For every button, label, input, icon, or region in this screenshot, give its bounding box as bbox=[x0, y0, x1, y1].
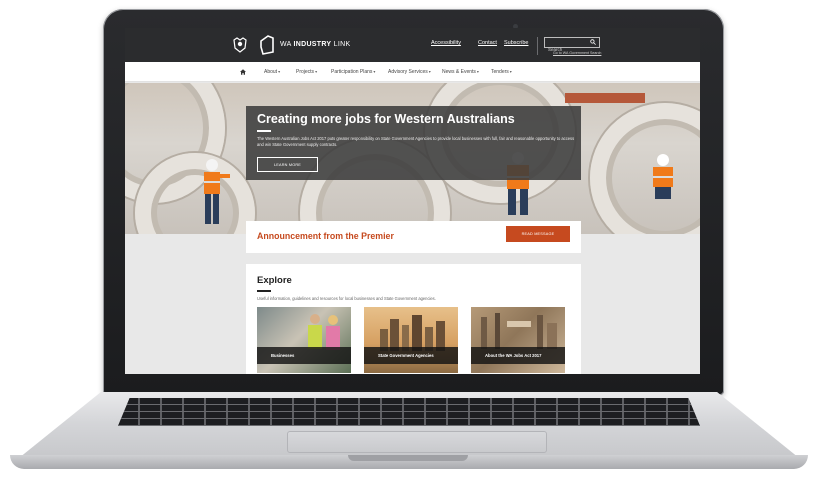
chevron-down-icon: ▾ bbox=[373, 69, 376, 74]
nav-item-advisory-services[interactable]: Advisory Services▾ bbox=[388, 69, 431, 75]
search-icon[interactable] bbox=[590, 39, 596, 45]
nav-item-tenders[interactable]: Tenders▾ bbox=[491, 69, 512, 75]
laptop-screen: WA INDUSTRY LINK Accessibility Contact S… bbox=[125, 28, 700, 374]
site-header: WA INDUSTRY LINK Accessibility Contact S… bbox=[125, 28, 700, 62]
brand-suffix: LINK bbox=[333, 41, 351, 48]
chevron-down-icon: ▾ bbox=[509, 69, 512, 74]
nav-label: Projects bbox=[296, 69, 315, 75]
explore-card-about-wa-jobs-act[interactable]: About the WA Jobs Act 2017 bbox=[471, 307, 565, 373]
hero-title: Creating more jobs for Western Australia… bbox=[257, 112, 515, 126]
main-nav: About▾ Projects▾ Participation Plans▾ Ad… bbox=[125, 62, 700, 82]
nav-item-about[interactable]: About▾ bbox=[264, 69, 280, 75]
wa-government-search-link[interactable]: Go to WA Government Search bbox=[553, 51, 601, 55]
nav-label: About bbox=[264, 69, 278, 75]
brand-prefix: WA bbox=[280, 41, 292, 48]
announcement-card: Announcement from the Premier READ MESSA… bbox=[246, 221, 581, 253]
card-label: State Government Agencies bbox=[364, 347, 458, 364]
subscribe-link[interactable]: Subscribe bbox=[504, 40, 528, 46]
brand-wordmark[interactable]: WA INDUSTRY LINK bbox=[280, 41, 350, 48]
nav-label: Tenders bbox=[491, 69, 509, 75]
laptop-keyboard bbox=[118, 398, 700, 426]
explore-description: Useful information, guidelines and resou… bbox=[257, 296, 436, 301]
brand-bold: INDUSTRY bbox=[293, 41, 332, 48]
chevron-down-icon: ▾ bbox=[428, 69, 431, 74]
nav-item-news-events[interactable]: News & Events▾ bbox=[442, 69, 479, 75]
hero-image-worker bbox=[204, 159, 230, 224]
card-image-people bbox=[308, 314, 340, 350]
chevron-down-icon: ▾ bbox=[476, 69, 479, 74]
card-label: Businesses bbox=[257, 347, 351, 364]
card-label-text: Businesses bbox=[271, 353, 295, 358]
card-image-industrial-plant bbox=[481, 313, 557, 349]
hero-image-worker bbox=[653, 154, 673, 199]
search-box bbox=[544, 37, 600, 54]
read-message-button[interactable]: READ MESSAGE bbox=[506, 226, 570, 242]
chevron-down-icon: ▾ bbox=[278, 69, 281, 74]
chevron-down-icon: ▾ bbox=[315, 69, 318, 74]
hero-text: The Western Australian Jobs Act 2017 put… bbox=[257, 136, 575, 147]
wa-government-crest-icon bbox=[233, 37, 247, 53]
wa-industry-link-logo-icon[interactable] bbox=[259, 35, 275, 55]
hero-banner: Creating more jobs for Western Australia… bbox=[125, 83, 700, 234]
nav-label: News & Events bbox=[442, 69, 476, 75]
nav-label: Participation Plans bbox=[331, 69, 373, 75]
hero-overlay: Creating more jobs for Western Australia… bbox=[246, 106, 581, 180]
explore-card-state-government-agencies[interactable]: State Government Agencies bbox=[364, 307, 458, 373]
accessibility-link[interactable]: Accessibility bbox=[431, 40, 461, 46]
hero-image-steel-beam bbox=[565, 93, 645, 103]
card-label-text: State Government Agencies bbox=[378, 353, 434, 358]
explore-title-rule bbox=[257, 290, 271, 292]
card-image-city-skyline bbox=[380, 315, 445, 351]
announcement-title[interactable]: Announcement from the Premier bbox=[257, 231, 394, 241]
explore-card-businesses[interactable]: Businesses bbox=[257, 307, 351, 373]
explore-section: Explore Useful information, guidelines a… bbox=[246, 264, 581, 374]
explore-title: Explore bbox=[257, 275, 292, 286]
contact-link[interactable]: Contact bbox=[478, 40, 497, 46]
nav-label: Advisory Services bbox=[388, 69, 428, 75]
home-icon[interactable] bbox=[240, 69, 246, 75]
nav-item-participation-plans[interactable]: Participation Plans▾ bbox=[331, 69, 375, 75]
nav-item-projects[interactable]: Projects▾ bbox=[296, 69, 317, 75]
card-label: About the WA Jobs Act 2017 bbox=[471, 347, 565, 364]
laptop-trackpad bbox=[287, 431, 547, 453]
hero-title-rule bbox=[257, 130, 271, 132]
header-divider bbox=[537, 37, 538, 55]
card-label-text: About the WA Jobs Act 2017 bbox=[485, 353, 542, 358]
laptop-notch bbox=[348, 455, 468, 461]
learn-more-button[interactable]: LEARN MORE bbox=[257, 157, 318, 172]
